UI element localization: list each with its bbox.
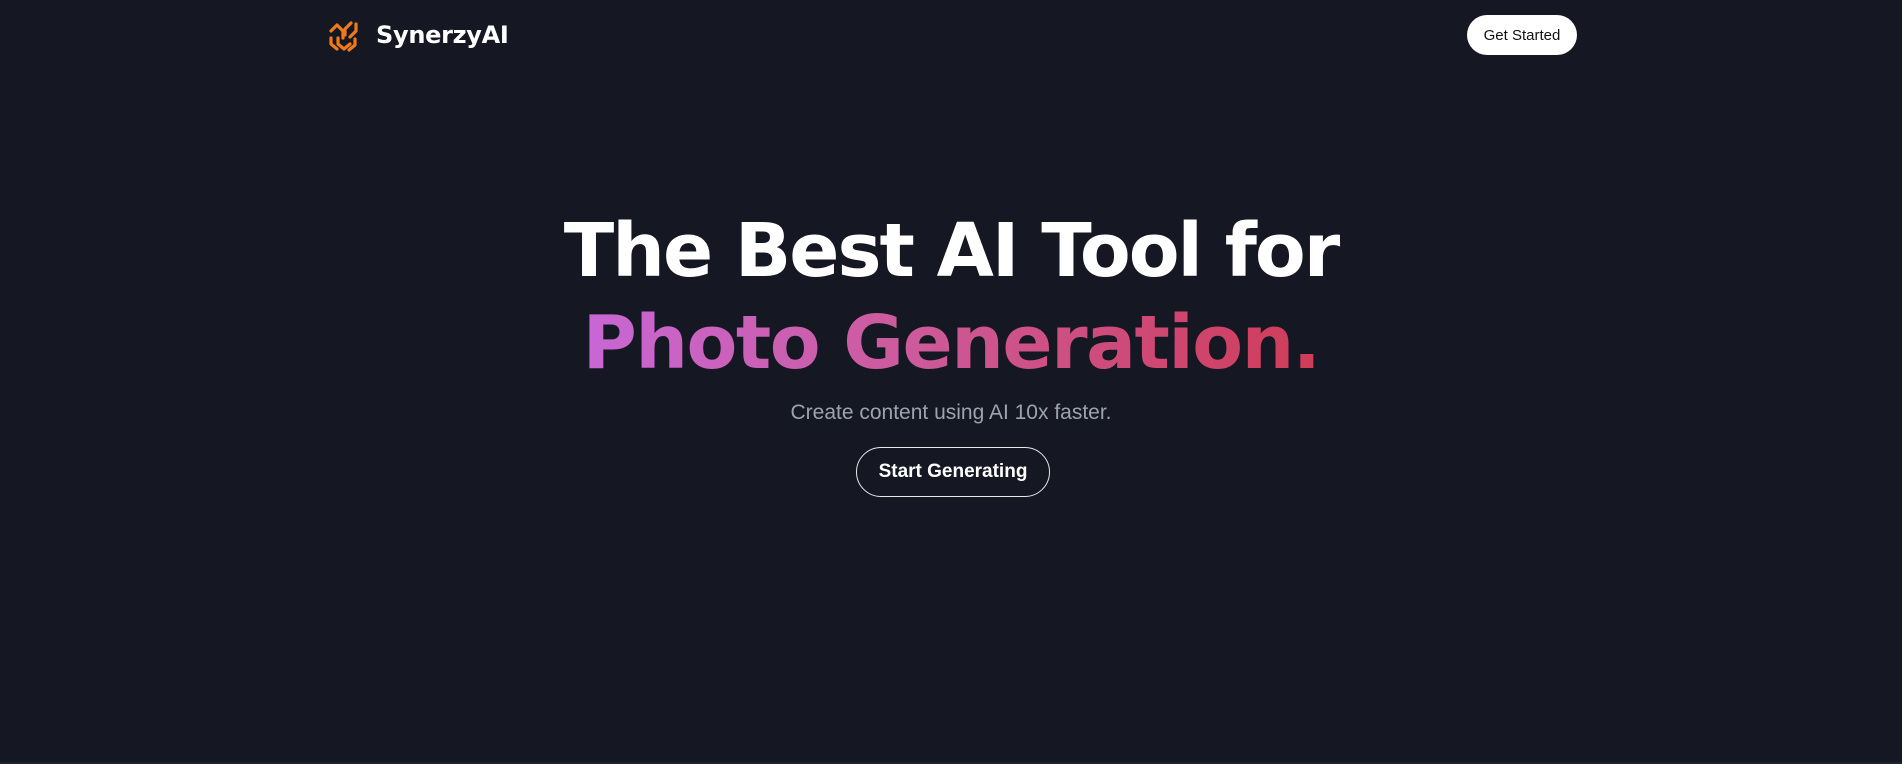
hero-headline-line-1: The Best AI Tool for: [563, 208, 1340, 294]
start-generating-button[interactable]: Start Generating: [856, 447, 1050, 497]
synerzy-logo-icon: [329, 21, 358, 52]
top-navbar: SynerzyAI Get Started: [0, 0, 1902, 70]
brand-home-link[interactable]: SynerzyAI: [328, 18, 509, 52]
landing-page: SynerzyAI Get Started The Best AI Tool f…: [0, 0, 1902, 764]
hero-subtitle: Create content using AI 10x faster.: [790, 401, 1112, 424]
get-started-button[interactable]: Get Started: [1467, 15, 1577, 55]
hero-headline-gradient-text: Photo Generation.: [582, 300, 1321, 386]
hero-headline-line-2-wrapper: Photo Generation.: [0, 300, 1902, 386]
brand-name: SynerzyAI: [376, 21, 509, 49]
